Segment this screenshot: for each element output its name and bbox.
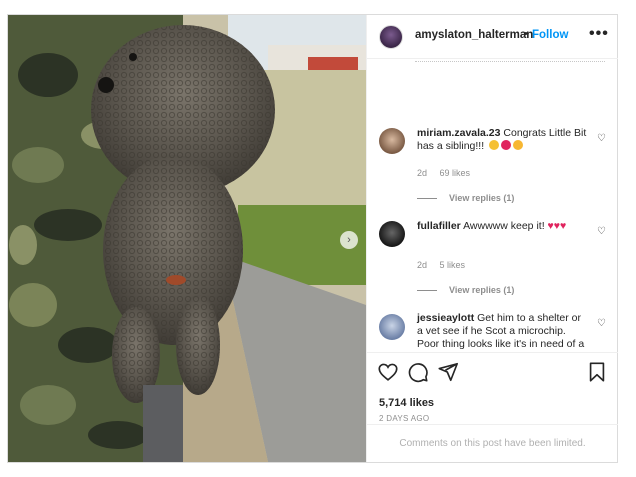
comment-like-heart-icon[interactable]: ♡ bbox=[597, 318, 606, 329]
author-avatar[interactable] bbox=[379, 25, 403, 49]
comment-text: jessieaylott Get him to a shelter or a v… bbox=[417, 312, 589, 351]
view-replies-button[interactable]: View replies (1) bbox=[417, 285, 514, 295]
comment-username[interactable]: miriam.zavala.23 bbox=[417, 127, 500, 139]
post-actions: 5,714 likes 2 DAYS AGO bbox=[367, 352, 618, 423]
comment-likes[interactable]: 69 likes bbox=[440, 168, 471, 178]
more-options-icon[interactable]: ••• bbox=[589, 25, 609, 43]
commenter-avatar[interactable] bbox=[379, 128, 405, 154]
view-replies-button[interactable]: View replies (1) bbox=[417, 193, 514, 203]
comment-icon[interactable] bbox=[407, 361, 429, 383]
divider bbox=[417, 290, 437, 292]
comment-meta: 2d 5 likes bbox=[417, 260, 475, 270]
bookmark-icon[interactable] bbox=[586, 361, 608, 383]
comment-like-heart-icon[interactable]: ♡ bbox=[597, 133, 606, 144]
heart-emoji-icon: ♥ bbox=[560, 220, 567, 232]
heart-icon[interactable] bbox=[377, 361, 399, 383]
paper-plane-icon[interactable] bbox=[437, 361, 459, 383]
view-replies-label: View replies (1) bbox=[449, 285, 515, 295]
author-username[interactable]: amyslaton_halterman bbox=[415, 29, 533, 41]
comments-list[interactable]: miriam.zavala.23 Congrats Little Bit has… bbox=[367, 60, 618, 352]
chevron-right-icon[interactable]: › bbox=[340, 231, 358, 249]
view-replies-label: View replies (1) bbox=[449, 193, 515, 203]
dog-photo-image bbox=[8, 15, 366, 462]
follow-button[interactable]: Follow bbox=[532, 29, 568, 41]
clapping-emoji-icon bbox=[489, 140, 500, 150]
comment-body: Awwwww keep it! bbox=[463, 220, 545, 232]
divider bbox=[415, 61, 605, 65]
comment-username[interactable]: jessieaylott bbox=[417, 312, 474, 324]
heart-emoji-icon bbox=[501, 140, 512, 150]
laughing-emoji-icon bbox=[513, 140, 524, 150]
separator-dot: • bbox=[524, 28, 528, 40]
comment-username[interactable]: fullafiller bbox=[417, 220, 461, 232]
post-header: amyslaton_halterman • Follow ••• bbox=[367, 15, 618, 59]
post-side-panel: amyslaton_halterman • Follow ••• miriam.… bbox=[366, 15, 618, 462]
comment-time: 2d bbox=[417, 260, 428, 270]
comments-limited-notice: Comments on this post have been limited. bbox=[367, 424, 618, 462]
divider bbox=[417, 198, 437, 200]
commenter-avatar[interactable] bbox=[379, 314, 405, 340]
post-photo[interactable]: › bbox=[8, 15, 366, 462]
comment-text: fullafiller Awwwww keep it! ♥♥♥ bbox=[417, 220, 589, 233]
commenter-avatar[interactable] bbox=[379, 221, 405, 247]
comment-time: 2d bbox=[417, 168, 428, 178]
comment-meta: 2d 69 likes bbox=[417, 168, 480, 178]
instagram-post-modal: › amyslaton_halterman • Follow ••• miria… bbox=[7, 14, 618, 463]
comment-text: miriam.zavala.23 Congrats Little Bit has… bbox=[417, 127, 589, 153]
comment-likes[interactable]: 5 likes bbox=[440, 260, 466, 270]
likes-count[interactable]: 5,714 likes bbox=[379, 397, 434, 409]
post-timestamp: 2 DAYS AGO bbox=[379, 414, 430, 423]
comment-like-heart-icon[interactable]: ♡ bbox=[597, 226, 606, 237]
